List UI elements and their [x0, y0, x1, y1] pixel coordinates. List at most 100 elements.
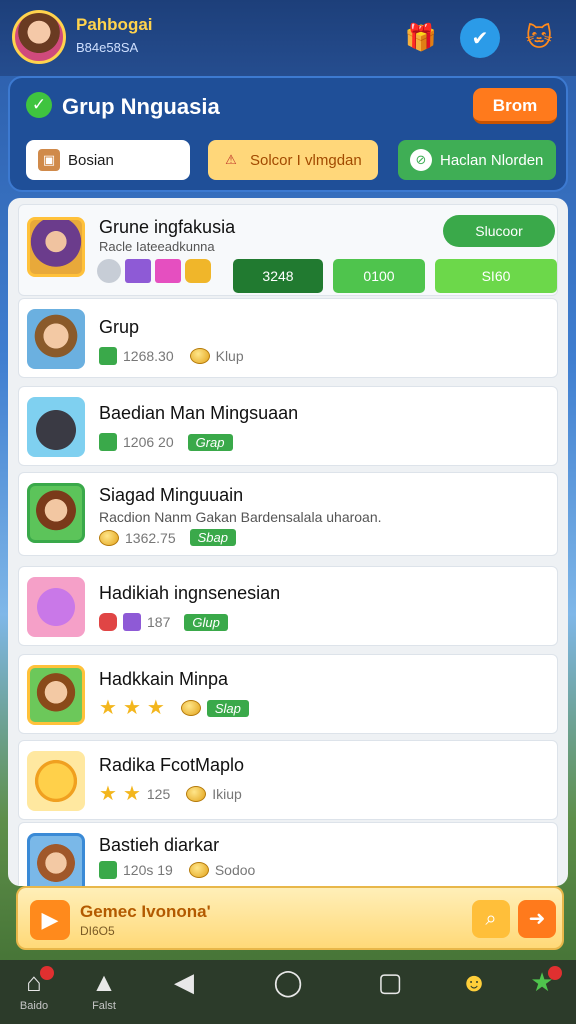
- star-icon: ★: [530, 967, 554, 997]
- item-status: Klup: [215, 348, 244, 364]
- item-title: Hadkkain Minpa: [99, 669, 229, 689]
- nav-chat[interactable]: ☻: [446, 964, 502, 1020]
- banner-title: Gemec Ivonona': [80, 902, 211, 921]
- item-meta: 1362.75 Sbap: [99, 529, 236, 546]
- list-item[interactable]: Bastieh diarkar 120s 19 Sodoo: [18, 822, 558, 886]
- square-icon: ▢: [377, 967, 403, 997]
- list-item[interactable]: Hadikiah ingnsenesian 187 Glup: [18, 566, 558, 646]
- nav-home[interactable]: ⌂ Baido: [6, 964, 62, 1020]
- player-avatar[interactable]: [12, 10, 66, 64]
- recents-button[interactable]: ▢: [362, 964, 418, 1020]
- item-title: Hadikiah ingnsenesian: [99, 583, 281, 603]
- chart-icon: [99, 861, 117, 879]
- featured-badge[interactable]: Slucoor: [443, 215, 555, 247]
- nav-fast[interactable]: ▲ Falst: [76, 964, 132, 1020]
- group-list[interactable]: Grune ingfakusia Racle Iateeadkunna 3248…: [8, 198, 568, 886]
- status-tag[interactable]: Glup: [184, 613, 228, 631]
- item-stat: 125: [146, 786, 171, 802]
- notification-badge: [40, 966, 54, 980]
- list-item[interactable]: Radika FcotMaplo ★ ★ 125 Ikiup: [18, 740, 558, 820]
- panel-title: Grup Nnguasia: [62, 94, 220, 119]
- group-panel: ✓ Grup Nnguasia Brom ▣ Bosian ⚠ Solcor I…: [8, 76, 568, 192]
- banner-subtitle: DI6O5: [80, 924, 115, 938]
- panel-action-button[interactable]: Brom: [473, 88, 557, 124]
- filter-button-1[interactable]: ▣ Bosian: [26, 140, 190, 180]
- filter-button-3[interactable]: ⊘ Haclan Nlorden: [398, 140, 556, 180]
- circle-icon: ◯: [273, 967, 303, 997]
- star-icon: ★: [146, 697, 165, 719]
- gift-icon[interactable]: 🎁: [400, 16, 442, 58]
- nav-bar: ⌂ Baido ▲ Falst ◀ ◯ ▢ ☻ ★: [0, 960, 576, 1024]
- featured-bar-1: 3248: [233, 259, 323, 293]
- leaf-icon: ⊘: [410, 149, 432, 171]
- item-title: Baedian Man Mingsuaan: [99, 403, 299, 423]
- item-meta: ★ ★ ★ Slap: [99, 697, 249, 719]
- featured-bar-3: SI60: [435, 259, 557, 293]
- list-item[interactable]: Grup 1268.30 Klup: [18, 298, 558, 378]
- coin-icon: [188, 862, 209, 878]
- list-item[interactable]: Siagad Minguuain Racdion Nanm Gakan Bard…: [18, 472, 558, 556]
- status-tag[interactable]: Slap: [206, 699, 249, 717]
- list-item[interactable]: Baedian Man Mingsuaan 1206 20 Grap: [18, 386, 558, 466]
- star-icon: ★: [99, 783, 117, 805]
- item-title: Bastieh diarkar: [99, 835, 220, 855]
- nav-label: Baido: [19, 1000, 49, 1012]
- featured-avatar: [27, 217, 85, 277]
- item-avatar: [27, 577, 85, 637]
- coin-icon: [180, 700, 201, 716]
- box-icon: ▣: [38, 149, 60, 171]
- back-icon: ◀: [174, 967, 194, 997]
- item-status: Sodoo: [214, 862, 256, 878]
- filter-label: Haclan Nlorden: [440, 151, 544, 169]
- star-icon: ★: [122, 783, 141, 805]
- item-meta: 120s 19 Sodoo: [99, 861, 255, 879]
- item-title: Siagad Minguuain: [99, 485, 244, 505]
- player-name: Pahbogai: [76, 15, 153, 34]
- filter-label: Solcor I vlmgdan: [250, 151, 362, 169]
- status-tag[interactable]: Sbap: [189, 529, 236, 546]
- nav-label: Falst: [92, 1000, 116, 1012]
- warning-icon: ⚠: [225, 152, 237, 167]
- featured-items: [97, 259, 211, 283]
- item-meta: ★ ★ 125 Ikiup: [99, 783, 242, 805]
- top-bar: Pahbogai B84e58SA 🎁 ✔ 🐱: [0, 0, 576, 76]
- item-subtitle: Racdion Nanm Gakan Bardensalala uharoan.: [99, 509, 382, 525]
- item-title: Grup: [99, 317, 140, 337]
- bottom-banner[interactable]: ▶ Gemec Ivonona' DI6O5 ⌕ ➜: [16, 886, 564, 950]
- featured-subtitle: Racle Iateeadkunna: [99, 239, 215, 254]
- chat-icon[interactable]: ✔: [460, 18, 500, 58]
- player-id: B84e58SA: [76, 40, 139, 55]
- item-stat: 1268.30: [123, 348, 174, 364]
- coin-stack-icon: [185, 259, 211, 283]
- item-meta: 187 Glup: [99, 613, 228, 631]
- cube-icon: [155, 259, 181, 283]
- back-button[interactable]: ◀: [156, 964, 212, 1020]
- item-title: Radika FcotMaplo: [99, 755, 245, 775]
- item-meta: 1268.30 Klup: [99, 347, 244, 365]
- cube-icon: [125, 259, 151, 283]
- list-item[interactable]: Hadkkain Minpa ★ ★ ★ Slap: [18, 654, 558, 734]
- item-stat: 120s 19: [123, 862, 173, 878]
- tent-icon: ▲: [91, 967, 117, 997]
- nav-star[interactable]: ★: [514, 964, 570, 1020]
- status-tag[interactable]: Grap: [187, 433, 233, 451]
- featured-card[interactable]: Grune ingfakusia Racle Iateeadkunna 3248…: [18, 204, 558, 296]
- search-icon[interactable]: ⌕: [472, 900, 510, 938]
- item-stat: 1362.75: [125, 529, 176, 546]
- item-stat: 187: [147, 614, 171, 630]
- filter-button-2[interactable]: ⚠ Solcor I vlmgdan: [208, 140, 378, 180]
- home-button[interactable]: ◯: [260, 964, 316, 1020]
- item-avatar: [27, 309, 85, 369]
- item-avatar: [27, 751, 85, 811]
- notification-badge: [548, 966, 562, 980]
- home-icon: ⌂: [26, 967, 42, 997]
- chart-icon: [99, 433, 117, 451]
- arrow-right-icon[interactable]: ➜: [518, 900, 556, 938]
- cube-icon: [123, 613, 141, 631]
- item-avatar: [27, 483, 85, 543]
- item-status: Ikiup: [212, 786, 242, 802]
- play-icon[interactable]: ▶: [30, 900, 70, 940]
- item-avatar: [27, 665, 85, 725]
- featured-title: Grune ingfakusia: [99, 217, 236, 237]
- pet-icon[interactable]: 🐱: [518, 16, 560, 58]
